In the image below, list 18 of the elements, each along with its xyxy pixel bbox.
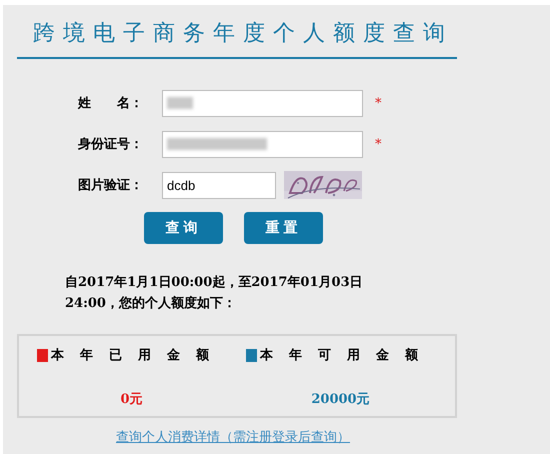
- details-link[interactable]: 查询个人消费详情（需注册登录后查询）: [116, 430, 350, 445]
- legend-label: 本年已用金额: [51, 346, 225, 364]
- input-field[interactable]: [162, 130, 363, 158]
- field-label: 身份证号：: [78, 136, 144, 153]
- form-button[interactable]: 重置: [244, 212, 323, 244]
- input-field[interactable]: [162, 90, 363, 116]
- required-mark: *: [375, 96, 382, 110]
- notice-text: 自2017年1月1日00:00起，至2017年01月03日24:00，您的个人额度如下：: [65, 274, 364, 313]
- page-title: 跨境电子商务年度个人额度查询: [33, 20, 454, 48]
- blurred-value: [167, 97, 193, 109]
- amount-value: 20000元: [311, 391, 370, 408]
- captcha-field[interactable]: dcdb: [162, 172, 276, 198]
- field-label: 姓 名：: [78, 95, 144, 112]
- amount-value: 0元: [120, 391, 143, 408]
- required-mark: *: [375, 136, 382, 152]
- field-label: 图片验证：: [78, 177, 144, 194]
- legend-label: 本年可用金额: [260, 346, 434, 364]
- form-button[interactable]: 查询: [144, 212, 223, 244]
